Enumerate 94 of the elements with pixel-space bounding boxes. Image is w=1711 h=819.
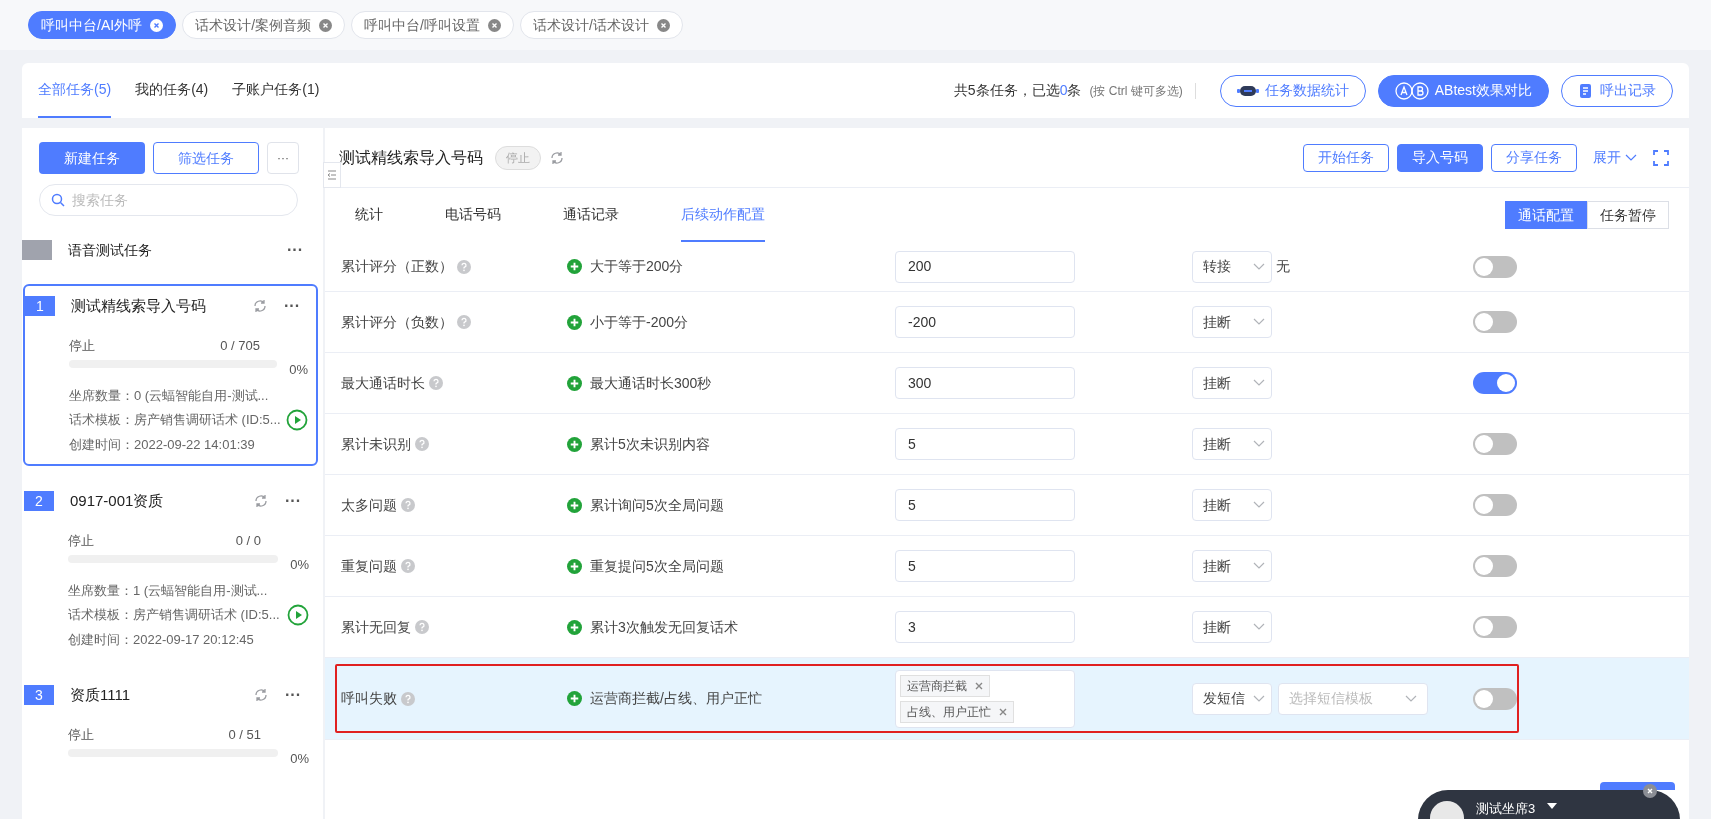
action-select[interactable]: 挂断 (1192, 428, 1272, 460)
task-percent: 0% (290, 750, 309, 767)
selected-count: 0 (1059, 81, 1068, 100)
tag: 占线、用户正忙 (900, 700, 1014, 723)
value-field[interactable]: 200 (895, 250, 1075, 283)
rule-label: 累计评分（负数） (341, 312, 453, 332)
new-task-button[interactable]: 新建任务 (39, 142, 145, 174)
page-tab[interactable]: 呼叫中台/呼叫设置 (351, 11, 514, 39)
mode-button[interactable]: 通话配置 (1505, 201, 1587, 229)
page-tab[interactable]: 话术设计/话术设计 (519, 11, 683, 39)
task-count: 0 / 705 (220, 337, 260, 355)
status-badge: 停止 (495, 145, 541, 170)
rule-condition: 最大通话时长300秒 (590, 373, 712, 393)
agent-name: 测试坐席3 (1476, 800, 1536, 818)
group-name: 语音测试任务 (68, 240, 153, 260)
action-select[interactable]: 转接 (1192, 250, 1272, 283)
value-field[interactable]: 5 (895, 550, 1075, 582)
action-select[interactable]: 挂断 (1192, 367, 1272, 399)
header-button[interactable]: ABtest效果对比 (1377, 74, 1549, 107)
rule-condition: 累计询问5次全局问题 (590, 495, 724, 515)
more-button[interactable]: ··· (267, 142, 299, 174)
task-number: 2 (24, 491, 54, 511)
tag: 运营商拦截 (900, 674, 990, 697)
task-card[interactable]: 1 测试精线索导入号码 ··· 停止 0 / 705 0% 坐席数量：0 (云蝠智能自用-测试... 话术模板：房产销售调研话术 (ID:5... 创建时间：2022-09-22 14:01:39 (23, 284, 318, 466)
task-status: 停止 (69, 337, 96, 355)
detail-tab[interactable]: 电话号码 (445, 188, 501, 242)
task-action-button[interactable]: 分享任务 (1491, 143, 1577, 172)
task-count: 0 / 0 (235, 532, 261, 550)
task-tab[interactable]: 子账户任务(1) (232, 63, 320, 118)
rule-label: 累计未识别 (341, 434, 411, 454)
more-menu[interactable]: ··· (285, 683, 301, 707)
task-number: 3 (24, 685, 54, 705)
filter-button[interactable]: 筛选任务 (153, 142, 259, 174)
rule-label: 呼叫失败 (341, 689, 397, 708)
header-button[interactable]: 任务数据统计 (1219, 74, 1366, 107)
more-menu[interactable]: ··· (285, 489, 301, 513)
task-status: 停止 (68, 726, 95, 744)
value-field[interactable]: 300 (895, 367, 1075, 399)
header-button[interactable]: 呼出记录 (1561, 74, 1673, 107)
rule-condition: 运营商拦截/占线、用户正忙 (590, 689, 762, 708)
page-tab[interactable]: 话术设计/案例音频 (182, 11, 345, 39)
task-title: 测试精线索导入号码 (339, 147, 483, 168)
rule-condition: 累计5次未识别内容 (590, 434, 710, 454)
task-percent: 0% (289, 361, 308, 378)
mode-button[interactable]: 任务暂停 (1587, 201, 1669, 229)
task-name: 0917-001资质 (70, 490, 165, 511)
task-count: 0 / 51 (228, 726, 261, 744)
rule-condition: 大于等于200分 (590, 257, 684, 276)
selection-summary: 共5条任务，已选 (953, 81, 1060, 100)
task-name: 资质1111 (70, 684, 132, 705)
rule-label: 最大通话时长 (341, 373, 425, 393)
expand-button[interactable]: 展开 (1593, 147, 1637, 168)
value-field[interactable]: 5 (895, 489, 1075, 521)
action-select[interactable]: 发短信 (1192, 682, 1272, 715)
task-percent: 0% (290, 556, 309, 573)
task-number: 1 (25, 296, 55, 316)
created-time: 创建时间：2022-09-17 20:12:45 (68, 630, 255, 649)
value-field[interactable]: -200 (895, 306, 1075, 338)
transfer-target: 无 (1276, 257, 1290, 276)
action-select[interactable]: 挂断 (1192, 611, 1272, 643)
action-select[interactable]: 挂断 (1192, 489, 1272, 521)
rule-label: 累计评分（正数） (341, 257, 453, 276)
created-time: 创建时间：2022-09-22 14:01:39 (69, 435, 256, 454)
task-status: 停止 (68, 532, 95, 550)
action-select[interactable]: 挂断 (1192, 306, 1272, 338)
task-action-button[interactable]: 导入号码 (1397, 143, 1483, 172)
seat-count: 坐席数量：1 (云蝠智能自用-测试... (68, 581, 269, 600)
script-template: 话术模板：房产销售调研话术 (ID:5... (69, 411, 282, 429)
value-field[interactable]: 3 (895, 611, 1075, 643)
value-field[interactable]: 5 (895, 428, 1075, 460)
selection-hint: (按 Ctrl 键可多选) (1089, 82, 1183, 100)
rule-condition: 小于等于-200分 (590, 312, 689, 332)
page-tab[interactable]: 呼叫中台/AI外呼 (28, 11, 177, 39)
script-template: 话术模板：房产销售调研话术 (ID:5... (68, 606, 281, 624)
rule-label: 重复问题 (341, 556, 397, 576)
detail-tab[interactable]: 通话记录 (563, 188, 619, 242)
detail-tab[interactable]: 统计 (355, 188, 383, 242)
more-menu[interactable]: ··· (284, 294, 300, 318)
rule-label: 太多问题 (341, 495, 397, 515)
rule-label: 累计无回复 (341, 617, 411, 637)
selection-unit: 条 (1067, 81, 1082, 100)
task-tab[interactable]: 我的任务(4) (135, 63, 209, 118)
rule-condition: 累计3次触发无回复话术 (590, 617, 738, 637)
task-action-button[interactable]: 开始任务 (1303, 143, 1389, 172)
search-field[interactable]: 搜索任务 (39, 184, 298, 216)
task-name: 测试精线索导入号码 (71, 295, 207, 316)
action-select[interactable]: 挂断 (1192, 550, 1272, 582)
task-card[interactable]: 2 0917-001资质 ··· 停止 0 / 0 0% 坐席数量：1 (云蝠智能自用-测试... 话术模板：房产销售调研话术 (ID:5... 创建时间：2022-09-17 20:12:45 (23, 480, 318, 660)
task-tab[interactable]: 全部任务(5) (38, 63, 112, 118)
seat-count: 坐席数量：0 (云蝠智能自用-测试... (69, 386, 270, 405)
rule-condition: 重复提问5次全局问题 (590, 556, 724, 576)
task-card[interactable]: 3 资质1111 ··· 停止 0 / 51 0% (23, 674, 318, 778)
agent-widget[interactable]: 测试坐席3 (1418, 790, 1680, 819)
more-menu[interactable]: ··· (287, 238, 303, 262)
